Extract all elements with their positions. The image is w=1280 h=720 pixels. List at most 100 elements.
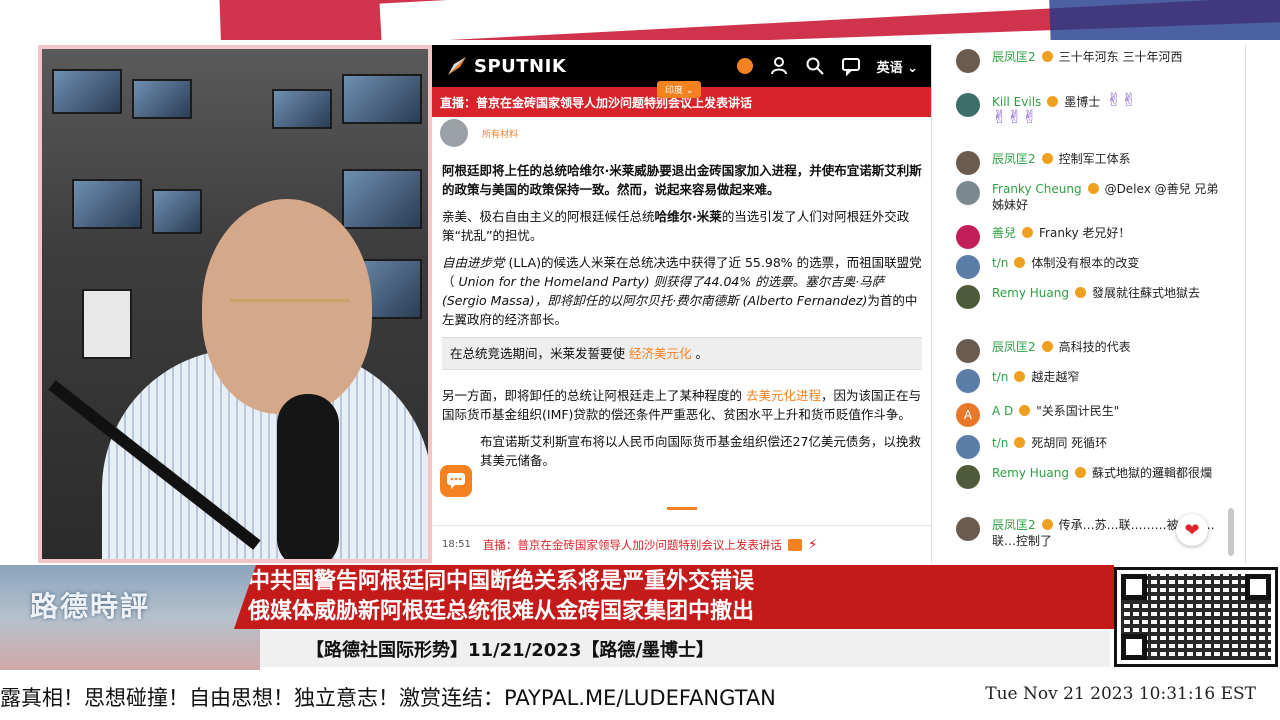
dollarization-link[interactable]: 经济美元化 (629, 346, 692, 361)
chat-username[interactable]: t/n (992, 370, 1008, 384)
live-ticker-text[interactable]: 直播：普京在金砖国家领导人加沙问题特别会议上发表讲话 (483, 537, 782, 553)
chat-avatar[interactable] (956, 517, 980, 541)
headline-line-2: 俄媒体威胁新阿根廷总统很难从金砖国家集团中撤出 (248, 599, 755, 624)
headline-line-1: 中共国警告阿根廷同中国断绝关系将是严重外交错误 (248, 569, 755, 594)
chat-username[interactable]: Franky Cheung (992, 182, 1082, 196)
article-paragraph-1: 亲美、极右自由主义的阿根廷候任总统哈维尔·米莱的当选引发了人们对阿根廷外交政策“… (442, 209, 910, 243)
edition-tab[interactable]: 印度 ⌄ (657, 81, 702, 98)
article-body: 阿根廷即将上任的总统哈维尔·米莱威胁要退出金砖国家加入进程，并使布宜诺斯艾利斯的… (442, 161, 922, 478)
chat-message-body: Franky Cheung @Delex @善兒 兄弟姊妹好 (992, 181, 1224, 213)
search-icon[interactable] (805, 56, 825, 76)
scroll-indicator (667, 507, 697, 510)
chat-text: 控制军工体系 (1058, 152, 1131, 166)
chat-username[interactable]: 辰凤匡2 (992, 518, 1036, 532)
chat-message-body: 辰凤匡2 高科技的代表 (992, 339, 1224, 363)
chat-username[interactable]: 辰凤匡2 (992, 152, 1036, 166)
chat-text: 高科技的代表 (1058, 340, 1131, 354)
broadcast-datetime: Tue Nov 21 2023 10:31:16 EST (985, 684, 1256, 704)
chat-scrollbar[interactable] (1228, 508, 1234, 556)
chat-username[interactable]: t/n (992, 256, 1008, 270)
user-icon[interactable] (769, 56, 789, 76)
webcam-feed (38, 45, 432, 563)
article-paragraph-4: 布宜诺斯艾利斯宣布将以人民币向国际货币基金组织偿还27亿美元债务，以挽救其美元储… (480, 434, 921, 468)
member-badge-icon (1014, 371, 1026, 382)
chat-avatar[interactable] (956, 285, 980, 309)
chat-message: 善兒 Franky 老兄好！ (934, 225, 1234, 249)
qr-code (1114, 567, 1278, 667)
chat-message: 辰凤匡2 高科技的代表 (934, 339, 1234, 363)
chat-message: Franky Cheung @Delex @善兒 兄弟姊妹好 (934, 181, 1234, 213)
show-logo-text: 路德時評 (30, 590, 151, 623)
chat-message: t/n 越走越窄 (934, 369, 1234, 393)
chat-username[interactable]: 辰凤匡2 (992, 50, 1036, 64)
member-badge-icon (1075, 287, 1086, 298)
author-all-materials-link[interactable]: 所有材料 (482, 127, 518, 140)
chat-username[interactable]: t/n (992, 436, 1008, 450)
chat-message-body: t/n 死胡同 死循环 (992, 435, 1224, 459)
lightning-icon: ⚡ (807, 536, 818, 553)
comments-icon[interactable] (841, 56, 861, 76)
ticker-text: 露真相！思想碰撞！自由思想！独立意志！激赏连结：PAYPAL.ME/LUDEFA… (0, 686, 776, 710)
heart-reaction-button[interactable]: ❤ (1176, 514, 1208, 546)
chat-avatar[interactable] (956, 49, 980, 73)
video-icon (787, 538, 802, 551)
chat-message-body: 辰凤匡2 控制军工体系 (992, 151, 1224, 175)
show-logo: 路德時評 (0, 565, 260, 670)
member-badge-icon (1075, 467, 1086, 478)
member-badge-icon (1041, 519, 1053, 530)
member-badge-icon (1047, 96, 1059, 107)
chat-username[interactable]: Remy Huang (992, 286, 1069, 300)
live-radio-icon[interactable] (736, 58, 753, 74)
language-selector[interactable]: 英语 ⌄ (877, 57, 918, 76)
member-badge-icon (1019, 405, 1031, 416)
chat-message-body: t/n 越走越窄 (992, 369, 1224, 393)
live-ticker-bar[interactable]: 18:51 直播：普京在金砖国家领导人加沙问题特别会议上发表讲话 ⚡ (432, 525, 931, 563)
chat-avatar[interactable] (956, 225, 980, 249)
sputnik-logo-icon (448, 57, 466, 75)
headline-box: 中共国警告阿根廷同中国断绝关系将是严重外交错误 俄媒体威胁新阿根廷总统很难从金砖… (234, 565, 1114, 629)
article-paragraph-3: 另一方面，即将卸任的总统让阿根廷走上了某种程度的 去美元化进程，因为该国正在与国… (442, 388, 922, 422)
chat-button[interactable] (440, 465, 472, 497)
chat-username[interactable]: 善兒 (992, 226, 1016, 240)
author-avatar[interactable] (440, 119, 468, 147)
chat-avatar[interactable] (956, 435, 980, 459)
chat-avatar[interactable] (956, 151, 980, 175)
member-badge-icon (1041, 51, 1053, 62)
chat-username[interactable]: 辰凤匡2 (992, 340, 1036, 354)
chat-avatar[interactable] (956, 369, 980, 393)
chat-message-body: t/n 体制没有根本的改变 (992, 255, 1224, 279)
chat-text: Franky 老兄好！ (1039, 226, 1131, 240)
chat-message: 辰凤匡2 控制军工体系 (934, 151, 1234, 175)
chat-username[interactable]: Remy Huang (992, 466, 1069, 480)
chat-avatar[interactable] (956, 93, 980, 117)
chat-avatar[interactable] (956, 339, 980, 363)
chat-message-body: 善兒 Franky 老兄好！ (992, 225, 1224, 249)
chat-text: 死胡同 死循环 (1031, 436, 1108, 450)
sputnik-logo[interactable]: SPUTNIK (446, 55, 566, 77)
chat-avatar[interactable] (956, 181, 980, 205)
chat-message: A A D "关系国计民生" (934, 403, 1234, 427)
chat-text: 發展就往蘇式地獄去 (1092, 286, 1201, 300)
chat-text: 体制没有根本的改变 (1031, 256, 1140, 270)
chat-avatar[interactable] (956, 255, 980, 279)
chat-username[interactable]: A D (992, 404, 1013, 418)
member-badge-icon (1014, 437, 1026, 448)
heart-icon: ❤ (1184, 519, 1200, 541)
chat-message: Kill Evils 墨博士 ✌✌ ✌✌✌ (934, 92, 1234, 128)
chat-avatar[interactable]: A (956, 403, 980, 427)
chat-message-body: 辰凤匡2 三十年河东 三十年河西 (992, 49, 1224, 73)
chat-text: 三十年河东 三十年河西 (1058, 50, 1183, 64)
sputnik-article-panel: SPUTNIK 英语 ⌄ 印度 ⌄ 直播：普京在金砖国家领导人加沙问题特别会议上… (432, 45, 932, 563)
chat-message-body: A D "关系国计民生" (992, 403, 1224, 427)
chat-message: t/n 体制没有根本的改变 (934, 255, 1234, 279)
chat-text: 墨博士 (1064, 95, 1101, 109)
chat-message: Remy Huang 發展就往蘇式地獄去 (934, 285, 1234, 309)
de-dollarization-link[interactable]: 去美元化进程 (746, 388, 821, 403)
article-lead: 阿根廷即将上任的总统哈维尔·米莱威胁要退出金砖国家加入进程，并使布宜诺斯艾利斯的… (442, 163, 922, 197)
victory-hand-emoji-icon: ✌✌✌ (992, 107, 1038, 128)
chat-bubble-icon (447, 473, 465, 489)
chat-avatar[interactable] (956, 465, 980, 489)
chat-message-body: Kill Evils 墨博士 ✌✌ ✌✌✌ (992, 92, 1224, 128)
bottom-ticker: 露真相！思想碰撞！自由思想！独立意志！激赏连结：PAYPAL.ME/LUDEFA… (0, 672, 1280, 720)
chat-message-body: Remy Huang 發展就往蘇式地獄去 (992, 285, 1224, 309)
